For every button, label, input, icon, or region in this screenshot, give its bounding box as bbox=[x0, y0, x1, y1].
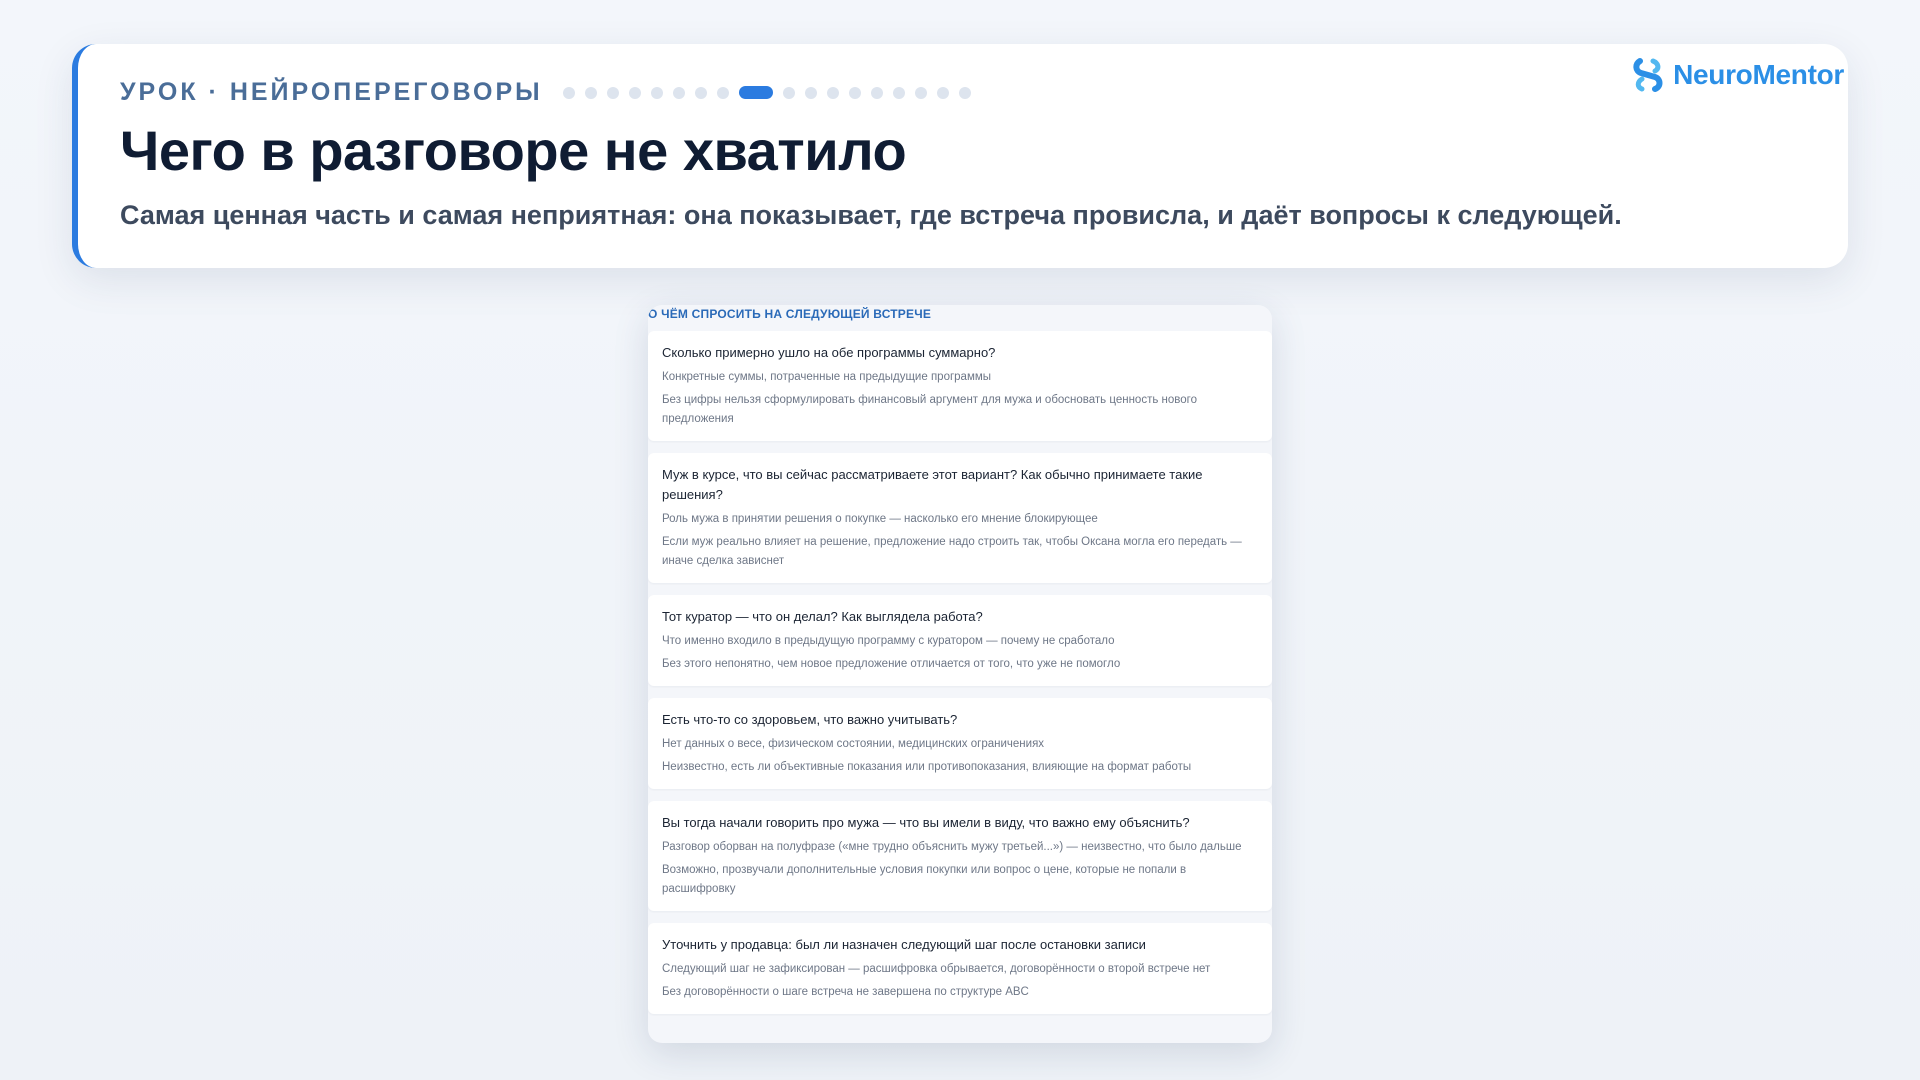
progress-dot bbox=[672, 86, 685, 99]
question-text: Вы тогда начали говорить про мужа — что … bbox=[662, 815, 1190, 830]
question-card: Уточнить у продавца: был ли назначен сле… bbox=[648, 923, 1272, 1014]
lesson-eyebrow: УРОК · НЕЙРОПЕРЕГОВОРЫ bbox=[120, 78, 543, 106]
progress-dot-active bbox=[738, 86, 773, 99]
question-card: Есть что-то со здоровьем, что важно учит… bbox=[648, 698, 1272, 789]
question-reason: Без этого непонятно, чем новое предложен… bbox=[662, 658, 1121, 670]
panel-heading: О ЧЁМ СПРОСИТЬ НА СЛЕДУЮЩЕЙ ВСТРЕЧЕ bbox=[648, 307, 932, 321]
question-card: Сколько примерно ушло на обе программы с… bbox=[648, 331, 1272, 441]
progress-dot bbox=[584, 86, 597, 99]
progress-dot bbox=[892, 86, 905, 99]
question-gap: Что именно входило в предыдущую программ… bbox=[662, 635, 1115, 647]
page-subtitle: Самая ценная часть и самая неприятная: о… bbox=[120, 200, 1622, 230]
progress-dot bbox=[650, 86, 663, 99]
question-gap: Конкретные суммы, потраченные на предыду… bbox=[662, 371, 992, 383]
question-list: Сколько примерно ушло на обе программы с… bbox=[648, 331, 1272, 1026]
question-text: Муж в курсе, что вы сейчас рассматривает… bbox=[662, 467, 1203, 502]
page-title: Чего в разговоре не хватило bbox=[120, 119, 907, 182]
progress-dot bbox=[804, 86, 817, 99]
question-gap: Разговор оборван на полуфразе («мне труд… bbox=[662, 841, 1242, 853]
progress-dot bbox=[628, 86, 641, 99]
progress-dot bbox=[958, 86, 971, 99]
question-reason: Возможно, прозвучали дополнительные усло… bbox=[662, 864, 1187, 895]
progress-dot bbox=[562, 86, 575, 99]
question-text: Уточнить у продавца: был ли назначен сле… bbox=[662, 937, 1146, 952]
question-gap: Следующий шаг не зафиксирован — расшифро… bbox=[662, 963, 1211, 975]
brand: NeuroMentor bbox=[1631, 56, 1844, 94]
progress-dot bbox=[716, 86, 729, 99]
progress-dot bbox=[870, 86, 883, 99]
question-card: Муж в курсе, что вы сейчас рассматривает… bbox=[648, 453, 1272, 583]
question-text: Сколько примерно ушло на обе программы с… bbox=[662, 345, 996, 360]
question-reason: Без цифры нельзя сформулировать финансов… bbox=[662, 394, 1197, 425]
question-reason: Без договорённости о шаге встреча не зав… bbox=[662, 986, 1029, 998]
progress-dot bbox=[694, 86, 707, 99]
progress-dot bbox=[826, 86, 839, 99]
question-gap: Роль мужа в принятии решения о покупке —… bbox=[662, 513, 1098, 525]
question-text: Есть что-то со здоровьем, что важно учит… bbox=[662, 712, 958, 727]
question-reason: Если муж реально влияет на решение, пред… bbox=[662, 536, 1242, 567]
question-reason: Неизвестно, есть ли объективные показани… bbox=[662, 761, 1192, 773]
neuromentor-logo-icon bbox=[1633, 58, 1663, 92]
eyebrow-row: УРОК · НЕЙРОПЕРЕГОВОРЫ bbox=[120, 78, 981, 107]
brand-name: NeuroMentor bbox=[1673, 59, 1844, 90]
lesson-header-card: УРОК · НЕЙРОПЕРЕГОВОРЫ Чего в разговоре … bbox=[72, 44, 1848, 268]
question-card: Тот куратор — что он делал? Как выглядел… bbox=[648, 595, 1272, 686]
progress-dot bbox=[606, 86, 619, 99]
question-card: Вы тогда начали говорить про мужа — что … bbox=[648, 801, 1272, 911]
question-text: Тот куратор — что он делал? Как выглядел… bbox=[662, 609, 983, 624]
question-gap: Нет данных о весе, физическом состоянии,… bbox=[662, 738, 1045, 750]
progress-dot bbox=[936, 86, 949, 99]
progress-dots bbox=[562, 86, 981, 99]
progress-dot bbox=[848, 86, 861, 99]
progress-dot bbox=[914, 86, 927, 99]
progress-dot bbox=[782, 86, 795, 99]
next-meeting-questions-panel: О ЧЁМ СПРОСИТЬ НА СЛЕДУЮЩЕЙ ВСТРЕЧЕ Скол… bbox=[648, 305, 1272, 1043]
